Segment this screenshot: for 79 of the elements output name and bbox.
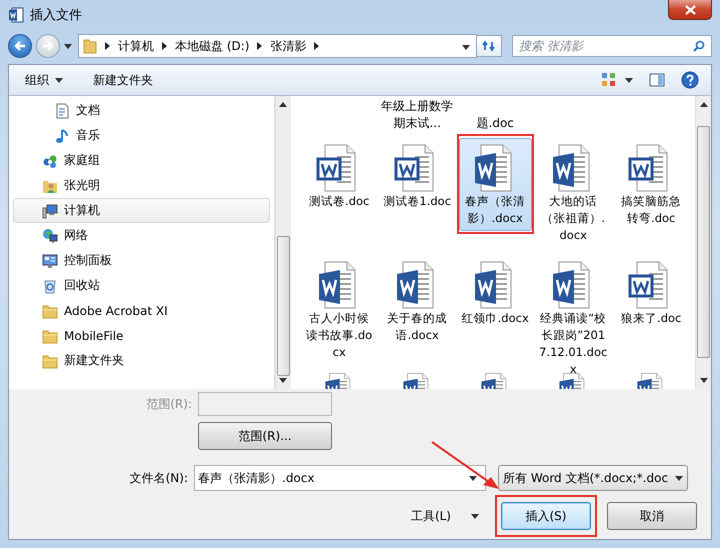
breadcrumb[interactable]: 本地磁盘 (D:) xyxy=(175,38,250,54)
music-icon xyxy=(54,128,70,144)
sidebar-item[interactable]: Adobe Acrobat XI xyxy=(13,298,270,323)
range-label: 范围(R): xyxy=(145,396,193,412)
address-bar[interactable]: 计算机 本地磁盘 (D:) 张清影 xyxy=(78,34,477,58)
file-item[interactable]: 大地的话（张祖莆）.docx xyxy=(536,138,610,248)
help-icon[interactable] xyxy=(681,71,699,89)
view-caret-icon xyxy=(625,78,633,82)
file-item[interactable]: 经典诵读“校长跟岗”2017.12.01.docx xyxy=(536,255,610,382)
preview-pane-icon[interactable] xyxy=(649,72,665,88)
scroll-down-icon xyxy=(700,378,708,383)
document-icon xyxy=(54,102,70,118)
scrollbar[interactable] xyxy=(275,96,291,389)
sidebar-item[interactable]: 音乐 xyxy=(13,123,270,148)
file-name: 年级上册数学期末试... xyxy=(380,98,454,132)
sidebar-item[interactable]: 计算机 xyxy=(13,198,270,223)
control-panel-icon xyxy=(42,252,58,268)
breadcrumb[interactable]: 张清影 xyxy=(270,38,306,54)
scroll-down-icon xyxy=(279,378,288,383)
sidebar-item[interactable]: 新建文件夹 xyxy=(13,348,270,373)
refresh-button[interactable] xyxy=(476,35,502,57)
chevron-icon xyxy=(314,42,320,50)
folder-icon xyxy=(83,38,97,54)
back-button[interactable] xyxy=(8,34,32,58)
dropdown-caret-icon xyxy=(462,45,470,50)
tools-menu[interactable]: 工具(L) xyxy=(404,506,485,526)
chevron-icon xyxy=(162,42,167,50)
back-arrow-icon xyxy=(14,40,26,52)
breadcrumb[interactable]: 计算机 xyxy=(118,38,154,54)
folder-icon xyxy=(42,302,58,318)
cancel-button[interactable]: 取消 xyxy=(607,502,697,530)
close-button[interactable] xyxy=(668,0,712,20)
sidebar-item[interactable]: MobileFile xyxy=(13,323,270,348)
refresh-icon xyxy=(482,40,496,52)
scrollbar[interactable] xyxy=(695,96,711,389)
file-name-field[interactable]: 春声（张清影）.docx xyxy=(194,465,486,491)
caret-icon xyxy=(675,476,683,480)
window-title: 插入文件 xyxy=(30,7,82,24)
network-icon xyxy=(42,228,58,244)
history-caret-icon xyxy=(64,44,72,48)
scroll-up-icon xyxy=(700,102,708,107)
sidebar-item[interactable]: 回收站 xyxy=(13,273,270,298)
homegroup-icon xyxy=(42,152,58,168)
view-icon[interactable] xyxy=(601,72,617,88)
file-item[interactable]: 红领巾.docx xyxy=(458,255,532,331)
file-item[interactable]: 狼来了.doc xyxy=(614,255,688,331)
range-button[interactable]: 范围(R)... xyxy=(198,422,332,450)
file-item[interactable]: 测试卷.doc xyxy=(302,138,376,214)
caret-icon xyxy=(471,514,479,518)
new-folder-button[interactable]: 新建文件夹 xyxy=(89,70,157,90)
close-icon xyxy=(684,4,696,14)
chevron-icon xyxy=(257,42,262,50)
computer-icon xyxy=(42,202,58,218)
dropdown-caret-icon xyxy=(469,476,477,480)
file-item[interactable]: 古人小时候读书故事.docx xyxy=(302,255,376,365)
forward-arrow-icon xyxy=(42,40,54,52)
scroll-up-icon xyxy=(279,102,288,107)
folder-icon xyxy=(42,352,58,368)
sidebar-item[interactable]: 控制面板 xyxy=(13,248,270,273)
search-icon xyxy=(693,40,705,52)
folder-icon xyxy=(42,328,58,344)
sidebar-item[interactable]: 家庭组 xyxy=(13,148,270,173)
sidebar-item[interactable]: 网络 xyxy=(13,223,270,248)
file-item[interactable]: 搞笑脑筋急转弯.doc xyxy=(614,138,688,231)
caret-icon xyxy=(55,78,63,82)
insert-button[interactable]: 插入(S) xyxy=(501,502,591,530)
sidebar-item[interactable]: 张光明 xyxy=(13,173,270,198)
recycle-bin-icon xyxy=(42,278,58,294)
file-type-dropdown[interactable]: 所有 Word 文档(*.docx;*.doc xyxy=(498,465,688,491)
file-item[interactable]: 测试卷1.doc xyxy=(380,138,454,214)
organize-menu[interactable]: 组织 xyxy=(21,70,67,90)
chevron-icon xyxy=(105,42,110,50)
file-item[interactable]: 春声（张清影）.docx xyxy=(458,138,532,231)
word-icon xyxy=(8,7,24,23)
sidebar-item[interactable]: 文档 xyxy=(13,98,270,123)
file-name: 题.doc xyxy=(476,115,515,132)
file-item[interactable]: 关于春的成语.docx xyxy=(380,255,454,348)
file-name-label: 文件名(N): xyxy=(128,470,189,486)
search-field[interactable]: 搜索 张清影 xyxy=(512,35,712,57)
